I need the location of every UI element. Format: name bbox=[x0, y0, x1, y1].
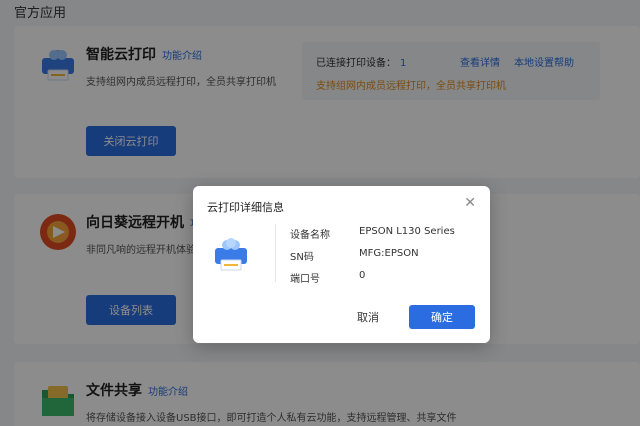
dialog-title: 云打印详细信息 bbox=[207, 201, 284, 214]
device-name-label: 设备名称 bbox=[290, 230, 330, 241]
sn-label: SN码 bbox=[290, 252, 314, 263]
close-icon[interactable]: ✕ bbox=[464, 196, 476, 210]
divider bbox=[275, 224, 276, 282]
printer-cloud-icon bbox=[215, 238, 247, 271]
cloud-print-details-dialog: 云打印详细信息 ✕ 设备名称 EPSON L130 Series SN码 MFG… bbox=[193, 186, 490, 343]
port-label: 端口号 bbox=[290, 274, 320, 285]
port-value: 0 bbox=[359, 270, 366, 281]
sn-value: MFG:EPSON bbox=[359, 248, 419, 259]
device-name-value: EPSON L130 Series bbox=[359, 226, 455, 237]
confirm-button[interactable]: 确定 bbox=[409, 305, 475, 329]
cancel-button[interactable]: 取消 bbox=[343, 305, 393, 329]
